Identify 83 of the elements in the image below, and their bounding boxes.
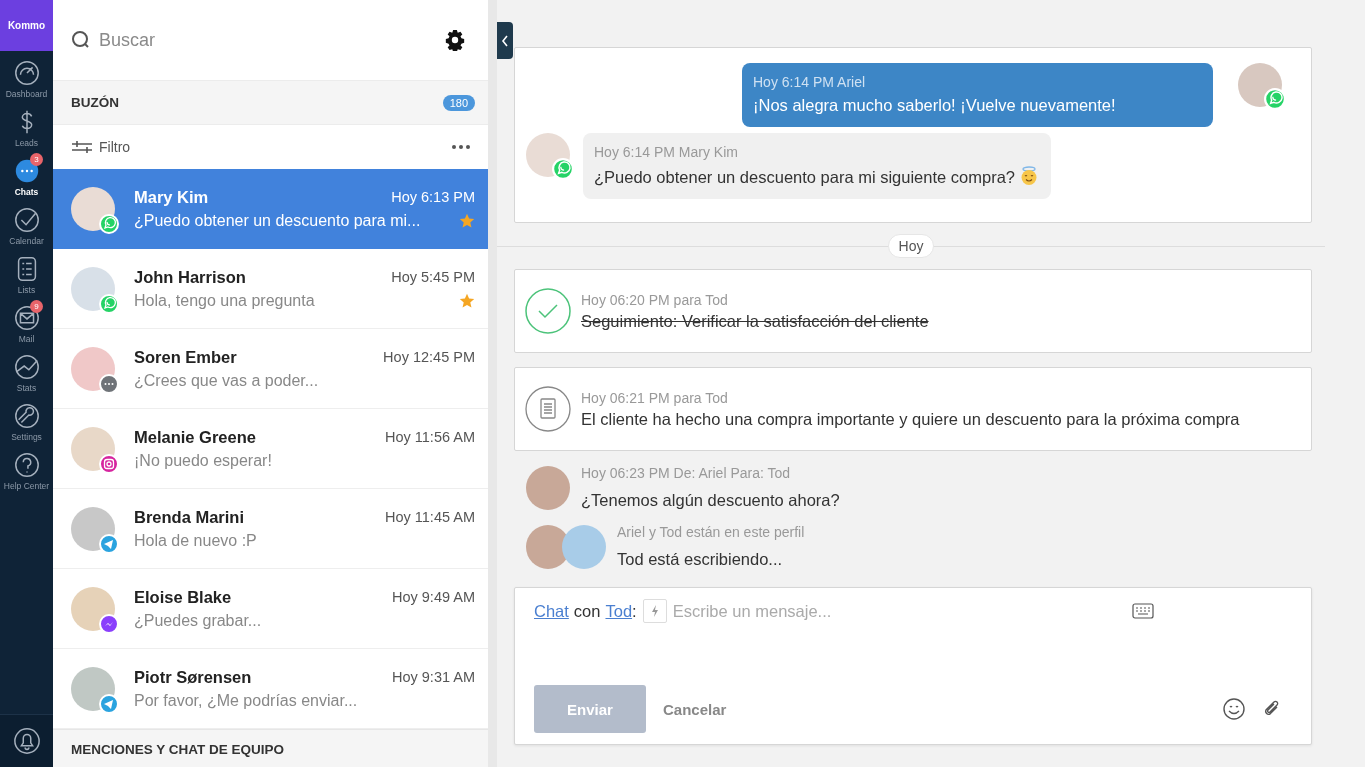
contact-name: John Harrison <box>134 267 246 287</box>
conversation-item[interactable]: Brenda Marini Hoy 11:45 AM Hola de nuevo :P <box>53 489 488 569</box>
avatar <box>562 524 606 569</box>
wrench-icon <box>12 402 41 430</box>
message-preview: ¿Crees que vas a poder... <box>134 371 319 390</box>
nav-item[interactable]: Help Center <box>0 443 53 492</box>
avatar <box>526 465 570 510</box>
message-preview: Hola de nuevo :P <box>134 531 257 550</box>
nav-item[interactable]: Stats <box>0 345 53 394</box>
star-icon[interactable] <box>459 212 475 229</box>
envelope-icon <box>12 304 41 332</box>
note-icon <box>525 386 571 432</box>
nav-item[interactable]: Settings <box>0 394 53 443</box>
contact-name: Soren Ember <box>134 347 237 367</box>
gauge-icon <box>12 59 41 87</box>
conversation-item[interactable]: John Harrison Hoy 5:45 PM Hola, tengo una pregunta <box>53 249 488 329</box>
collapse-button[interactable] <box>497 22 513 59</box>
check-circle-icon[interactable] <box>525 288 571 334</box>
message-time: Hoy 11:45 AM <box>385 509 475 525</box>
message-time: Hoy 12:45 PM <box>383 349 475 365</box>
message-meta: Hoy 06:23 PM De: Ariel Para: Tod <box>581 465 792 481</box>
count-badge: 180 <box>442 94 475 111</box>
bell-icon[interactable] <box>12 727 41 755</box>
chevron-left-icon <box>501 34 509 47</box>
composer-label: : <box>632 601 637 621</box>
task-text: Seguimiento: Verificar la satisfacción del cliente <box>581 311 929 331</box>
search-icon <box>71 30 91 50</box>
question-icon <box>12 451 41 479</box>
nav-item[interactable]: Mail 9 <box>0 296 53 345</box>
contact-name: Eloise Blake <box>134 587 232 607</box>
nav-item[interactable]: Calendar <box>0 198 53 247</box>
message-preview: ¿Puedes grabar... <box>134 611 262 630</box>
chart-icon <box>12 353 41 381</box>
section-title: BUZÓN <box>71 95 119 110</box>
keyboard-icon[interactable] <box>1132 603 1154 619</box>
lightning-icon <box>650 605 659 617</box>
event-meta: Hoy 06:20 PM para Tod <box>581 291 729 308</box>
conversation-item[interactable]: Eloise Blake Hoy 9:49 AM ¿Puedes grabar... <box>53 569 488 649</box>
star-icon[interactable] <box>459 292 475 309</box>
conversation-item[interactable]: Soren Ember Hoy 12:45 PM ¿Crees que vas a poder... <box>53 329 488 409</box>
contact-name: Mary Kim <box>134 187 209 207</box>
message-time: Hoy 9:31 AM <box>392 669 475 685</box>
message-time: Hoy 11:56 AM <box>385 429 475 445</box>
more-icon[interactable] <box>452 145 470 149</box>
recipient-link[interactable]: Tod <box>605 601 633 621</box>
nav-item[interactable]: Lists <box>0 247 53 296</box>
contact-name: Brenda Marini <box>134 507 245 527</box>
message-text: ¿Puedo obtener un descuento para mi siguiente compra? <box>594 168 1016 186</box>
section-title: MENCIONES Y CHAT DE EQUIPO <box>71 741 285 757</box>
count-badge: 3 <box>30 153 43 166</box>
composer-label: con <box>573 601 601 621</box>
message-meta: Hoy 6:14 PM Ariel <box>753 74 867 90</box>
check-circle-icon <box>12 206 41 234</box>
conversation-item[interactable]: Melanie Greene Hoy 11:56 AM ¡No puedo esperar! <box>53 409 488 489</box>
typing-indicator: Tod está escribiendo... <box>617 550 784 569</box>
nav-item[interactable]: Chats 3 <box>0 149 53 198</box>
message-preview: Por favor, ¿Me podrías enviar... <box>134 691 358 710</box>
message-preview: ¿Puedo obtener un descuento para mi... <box>134 211 421 230</box>
logo[interactable]: Kommo <box>0 0 53 51</box>
nav-item[interactable]: Leads <box>0 100 53 149</box>
settings-icon[interactable] <box>444 29 466 51</box>
event-meta: Hoy 06:21 PM para Tod <box>581 389 729 406</box>
contact-name: Piotr Sørensen <box>134 667 252 687</box>
message-time: Hoy 5:45 PM <box>391 269 475 285</box>
message-text: ¡Nos alegra mucho saberlo! ¡Vuelve nuevamente! <box>753 96 1116 114</box>
emoji-icon[interactable] <box>1223 698 1245 720</box>
conversation-item[interactable]: Mary Kim Hoy 6:13 PM ¿Puedo obtener un descuento para mi... <box>53 169 488 249</box>
chat-mode-link[interactable]: Chat <box>534 601 569 621</box>
note-text: El cliente ha hecho una compra importante y quiere un descuento para la próxima compra <box>581 409 1240 429</box>
message-text: ¿Tenemos algún descuento ahora? <box>581 491 840 510</box>
nav-item[interactable]: Dashboard <box>0 51 53 100</box>
presence-text: Ariel y Tod están en este perfil <box>617 524 805 540</box>
message-time: Hoy 9:49 AM <box>392 589 475 605</box>
date-separator: Hoy <box>887 234 935 258</box>
cancel-button[interactable]: Cancelar <box>663 700 727 718</box>
message-preview: ¡No puedo esperar! <box>134 451 272 470</box>
message-meta: Hoy 6:14 PM Mary Kim <box>594 144 739 160</box>
filter-button[interactable]: Filtro <box>71 139 131 155</box>
sliders-icon <box>71 140 93 154</box>
count-badge: 9 <box>30 300 43 313</box>
message-preview: Hola, tengo una pregunta <box>134 291 315 310</box>
message-time: Hoy 6:13 PM <box>391 189 475 205</box>
contact-name: Melanie Greene <box>134 427 256 447</box>
